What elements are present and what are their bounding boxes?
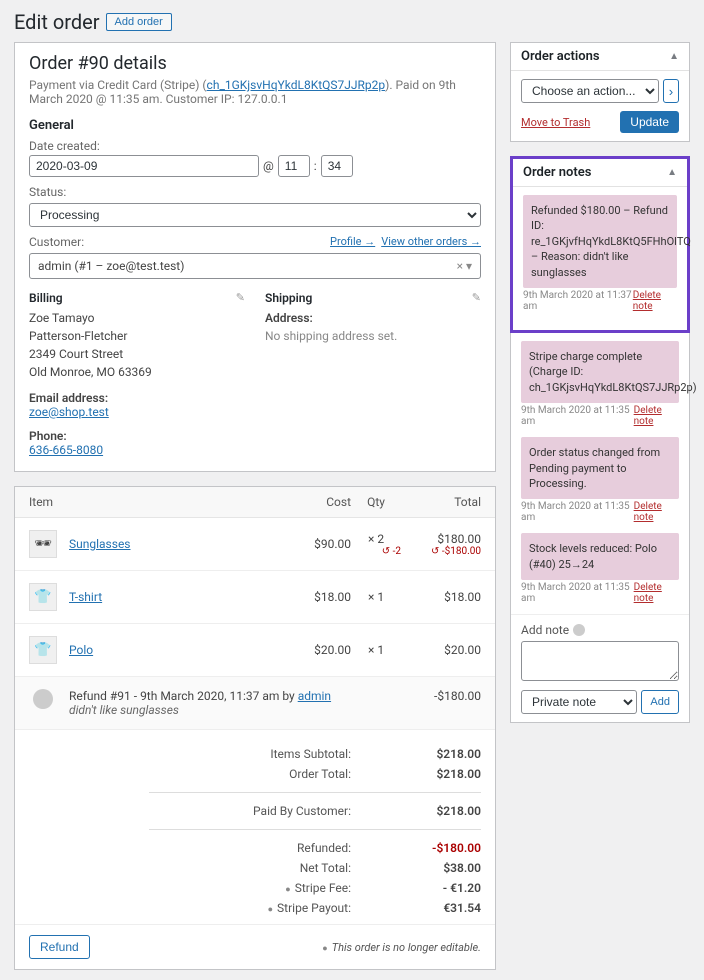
refund-icon xyxy=(33,689,53,709)
item-thumb-icon: 🕶 xyxy=(29,530,57,558)
add-note-label: Add note xyxy=(521,623,569,637)
order-actions-heading: Order actions xyxy=(521,49,600,64)
line-item: 🕶 Sunglasses $90.00 × 2 ↺ -2 $180.00 ↺ -… xyxy=(15,518,495,571)
minute-input[interactable] xyxy=(321,155,353,177)
refund-row: Refund #91 - 9th March 2020, 11:37 am by… xyxy=(15,677,495,730)
status-select[interactable]: Processing xyxy=(29,203,481,227)
col-total: Total xyxy=(401,495,481,509)
stripe-charge-link[interactable]: ch_1GKjsvHqYkdL8KtQS7JJRp2p xyxy=(207,78,386,92)
toggle-icon[interactable]: ▲ xyxy=(669,51,679,62)
order-note: Order status changed from Pending paymen… xyxy=(521,437,679,499)
col-qty: Qty xyxy=(351,495,401,509)
note-type-select[interactable]: Private note xyxy=(521,690,637,714)
date-input[interactable] xyxy=(29,155,259,177)
item-link[interactable]: Polo xyxy=(69,643,93,657)
delete-note-link[interactable]: Delete note xyxy=(633,290,677,312)
edit-shipping-icon[interactable]: ✎ xyxy=(472,291,481,304)
not-editable-msg: ●This order is no longer editable. xyxy=(322,941,481,954)
col-item: Item xyxy=(29,495,281,509)
billing-name: Zoe Tamayo xyxy=(29,309,245,327)
billing-phone-link[interactable]: 636-665-8080 xyxy=(29,443,103,457)
order-note: Stock levels reduced: Polo (#40) 25→24 xyxy=(521,533,679,580)
add-note-button[interactable]: Add xyxy=(641,690,679,714)
profile-link[interactable]: Profile → xyxy=(330,235,375,251)
delete-note-link[interactable]: Delete note xyxy=(634,582,679,604)
order-note: Stripe charge complete (Charge ID: ch_1G… xyxy=(521,341,679,403)
col-cost: Cost xyxy=(281,495,351,509)
help-icon[interactable] xyxy=(573,624,585,636)
add-note-textarea[interactable] xyxy=(521,641,679,681)
billing-heading: Billing xyxy=(29,291,245,305)
billing-email-link[interactable]: zoe@shop.test xyxy=(29,405,109,419)
item-link[interactable]: Sunglasses xyxy=(69,537,131,551)
customer-label: Customer: xyxy=(29,235,324,249)
action-select[interactable]: Choose an action... xyxy=(521,79,659,103)
refund-by-link[interactable]: admin xyxy=(298,689,331,703)
date-created-label: Date created: xyxy=(29,139,481,153)
customer-select[interactable]: admin (#1 – zoe@test.test) × ▾ xyxy=(29,253,481,279)
edit-billing-icon[interactable]: ✎ xyxy=(236,291,245,304)
general-heading: General xyxy=(29,118,481,133)
move-to-trash-link[interactable]: Move to Trash xyxy=(521,116,590,129)
apply-action-button[interactable]: › xyxy=(663,79,679,103)
item-link[interactable]: T-shirt xyxy=(69,590,102,604)
delete-note-link[interactable]: Delete note xyxy=(634,501,679,523)
view-orders-link[interactable]: View other orders → xyxy=(381,235,481,251)
order-note: Refunded $180.00 – Refund ID: re_1GKjvfH… xyxy=(523,195,677,288)
toggle-icon[interactable]: ▲ xyxy=(667,167,677,178)
delete-note-link[interactable]: Delete note xyxy=(634,405,679,427)
payment-info: Payment via Credit Card (Stripe) (ch_1GK… xyxy=(29,78,481,106)
line-item: 👕 Polo $20.00 × 1 $20.00 xyxy=(15,624,495,677)
item-thumb-icon: 👕 xyxy=(29,636,57,664)
page-title: Edit order xyxy=(14,10,100,34)
status-label: Status: xyxy=(29,185,481,199)
update-button[interactable]: Update xyxy=(620,111,679,133)
line-item: 👕 T-shirt $18.00 × 1 $18.00 xyxy=(15,571,495,624)
item-thumb-icon: 👕 xyxy=(29,583,57,611)
hour-input[interactable] xyxy=(278,155,310,177)
order-title: Order #90 details xyxy=(29,53,481,74)
shipping-heading: Shipping xyxy=(265,291,481,305)
refund-button[interactable]: Refund xyxy=(29,935,90,959)
order-notes-heading: Order notes xyxy=(523,165,591,180)
add-order-button[interactable]: Add order xyxy=(106,13,172,31)
